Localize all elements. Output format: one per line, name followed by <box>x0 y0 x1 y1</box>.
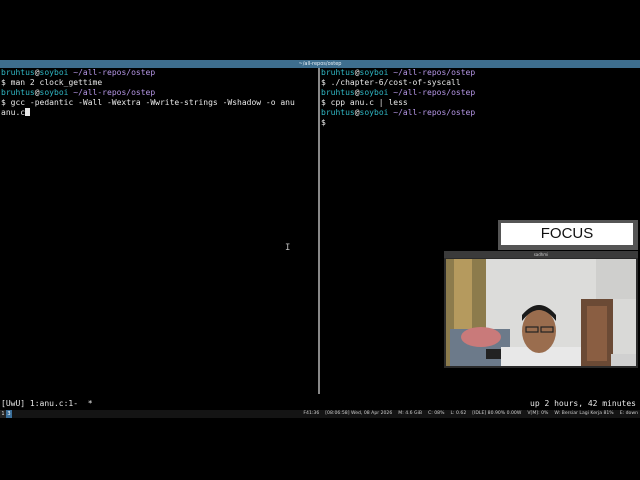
command-line: $ ./chapter-6/cost-of-syscall <box>321 78 461 87</box>
focus-label: FOCUS <box>501 223 633 245</box>
text-beam-cursor-icon: I <box>285 243 291 253</box>
command-input[interactable]: anu.c <box>0 108 318 118</box>
cpu-status: C: 08% <box>428 411 445 416</box>
webcam-image <box>446 259 636 366</box>
ethernet-status: E: down <box>619 411 638 416</box>
window-titlebar[interactable]: ~/all-repos/ostep <box>0 60 640 68</box>
battery-status: [IDLE] 80.90% 0.00W <box>472 411 522 416</box>
webcam-video <box>446 259 636 366</box>
window-manager-bar: 1 3 F41:36 [08:06:58] Wed, 08 Apr 2026 M… <box>0 410 640 418</box>
window-title: ~/all-repos/ostep <box>298 61 342 67</box>
webcam-title: sadhmi <box>444 251 638 258</box>
focus-overlay: FOCUS <box>498 220 638 250</box>
memory-status: M: 4.6 GiB <box>398 411 423 416</box>
wifi-status: W: Bersiar Lagi Kerja 81% <box>554 411 614 416</box>
load-status: L: 0.62 <box>450 411 467 416</box>
prompt-line: bruhtus@soyboi ~/all-repos/ostep <box>1 88 156 97</box>
tmux-status-bar: [UwU] 1:anu.c:1- * up 2 hours, 42 minute… <box>0 398 640 410</box>
command-input[interactable]: $ <box>320 118 640 128</box>
command-line: $ gcc -pedantic -Wall -Wextra -Wwrite-st… <box>1 98 295 107</box>
prompt-line: bruhtus@soyboi ~/all-repos/ostep <box>1 68 156 77</box>
status-item: F41:36 <box>303 411 320 416</box>
tmux-session-window[interactable]: [UwU] 1:anu.c:1- * <box>1 398 93 410</box>
prompt-line: bruhtus@soyboi ~/all-repos/ostep <box>321 108 476 117</box>
prompt-line: bruhtus@soyboi ~/all-repos/ostep <box>321 68 476 77</box>
prompt-line: bruhtus@soyboi ~/all-repos/ostep <box>321 88 476 97</box>
uptime-text: up 2 hours, 42 minutes <box>530 399 636 408</box>
text-cursor <box>25 108 31 116</box>
terminal-pane-left[interactable]: bruhtus@soyboi ~/all-repos/ostep $ man 2… <box>0 68 318 394</box>
volume-status: V[M]: 0% <box>527 411 549 416</box>
command-line: $ man 2 clock_gettime <box>1 78 103 87</box>
webcam-window[interactable]: sadhmi <box>444 251 638 368</box>
command-line: $ cpp anu.c | less <box>321 98 408 107</box>
workspace-3-button[interactable]: 3 <box>6 410 12 418</box>
datetime-status: [08:06:58] Wed, 08 Apr 2026 <box>325 411 393 416</box>
system-status: F41:36 [08:06:58] Wed, 08 Apr 2026 M: 4.… <box>303 410 638 418</box>
